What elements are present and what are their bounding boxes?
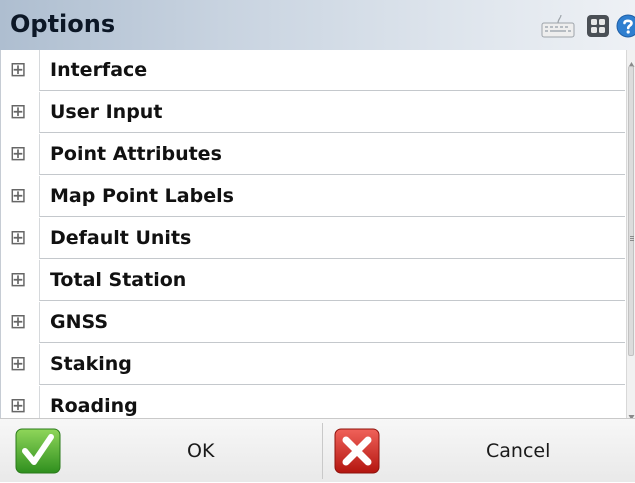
section-row-roading[interactable]: ⊞ Roading xyxy=(1,386,626,418)
section-row-staking[interactable]: ⊞ Staking xyxy=(1,344,626,386)
options-list: ⊞ Interface ⊞ User Input ⊞ Point Attribu… xyxy=(0,50,626,418)
section-header[interactable]: GNSS xyxy=(39,302,625,343)
scrollbar-thumb[interactable] xyxy=(628,66,634,356)
section-label: Map Point Labels xyxy=(50,185,234,207)
section-row-default-units[interactable]: ⊞ Default Units xyxy=(1,218,626,260)
ok-button[interactable]: OK xyxy=(0,419,322,483)
section-row-map-point-labels[interactable]: ⊞ Map Point Labels xyxy=(1,176,626,218)
section-label: Default Units xyxy=(50,227,192,249)
window-title: Options xyxy=(10,10,116,38)
section-header[interactable]: Interface xyxy=(39,50,625,91)
section-label: Roading xyxy=(50,395,138,417)
title-bar: Options xyxy=(0,0,635,50)
section-row-gnss[interactable]: ⊞ GNSS xyxy=(1,302,626,344)
expand-icon[interactable]: ⊞ xyxy=(8,59,28,79)
section-header[interactable]: Total Station xyxy=(39,260,625,301)
section-label: Interface xyxy=(50,59,148,81)
section-row-total-station[interactable]: ⊞ Total Station xyxy=(1,260,626,302)
section-label: Staking xyxy=(50,353,132,375)
checkmark-icon xyxy=(14,427,62,475)
footer-bar: OK Cancel xyxy=(0,418,635,482)
section-label: Point Attributes xyxy=(50,143,222,165)
keyboard-icon[interactable] xyxy=(541,14,575,38)
close-icon xyxy=(333,427,381,475)
section-row-interface[interactable]: ⊞ Interface xyxy=(1,50,626,92)
cancel-button-label: Cancel xyxy=(486,440,551,462)
expand-icon[interactable]: ⊞ xyxy=(8,227,28,247)
section-header[interactable]: Roading xyxy=(39,386,625,418)
section-header[interactable]: Staking xyxy=(39,344,625,385)
expand-icon[interactable]: ⊞ xyxy=(8,353,28,373)
section-row-point-attributes[interactable]: ⊞ Point Attributes xyxy=(1,134,626,176)
expand-icon[interactable]: ⊞ xyxy=(8,395,28,415)
section-header[interactable]: Map Point Labels xyxy=(39,176,625,217)
help-icon[interactable] xyxy=(616,14,635,38)
grid-icon[interactable] xyxy=(586,14,610,38)
expand-icon[interactable]: ⊞ xyxy=(8,143,28,163)
section-label: GNSS xyxy=(50,311,109,333)
scroll-down-icon[interactable] xyxy=(628,406,635,420)
expand-icon[interactable]: ⊞ xyxy=(8,101,28,121)
vertical-scrollbar[interactable] xyxy=(626,50,635,420)
section-header[interactable]: User Input xyxy=(39,92,625,133)
section-label: Total Station xyxy=(50,269,187,291)
section-row-user-input[interactable]: ⊞ User Input xyxy=(1,92,626,134)
cancel-button[interactable]: Cancel xyxy=(323,419,635,483)
section-header[interactable]: Point Attributes xyxy=(39,134,625,175)
section-header[interactable]: Default Units xyxy=(39,218,625,259)
ok-button-label: OK xyxy=(187,440,215,462)
section-label: User Input xyxy=(50,101,163,123)
expand-icon[interactable]: ⊞ xyxy=(8,269,28,289)
expand-icon[interactable]: ⊞ xyxy=(8,185,28,205)
expand-icon[interactable]: ⊞ xyxy=(8,311,28,331)
scroll-up-icon[interactable] xyxy=(628,54,635,67)
grip-icon xyxy=(630,227,635,241)
